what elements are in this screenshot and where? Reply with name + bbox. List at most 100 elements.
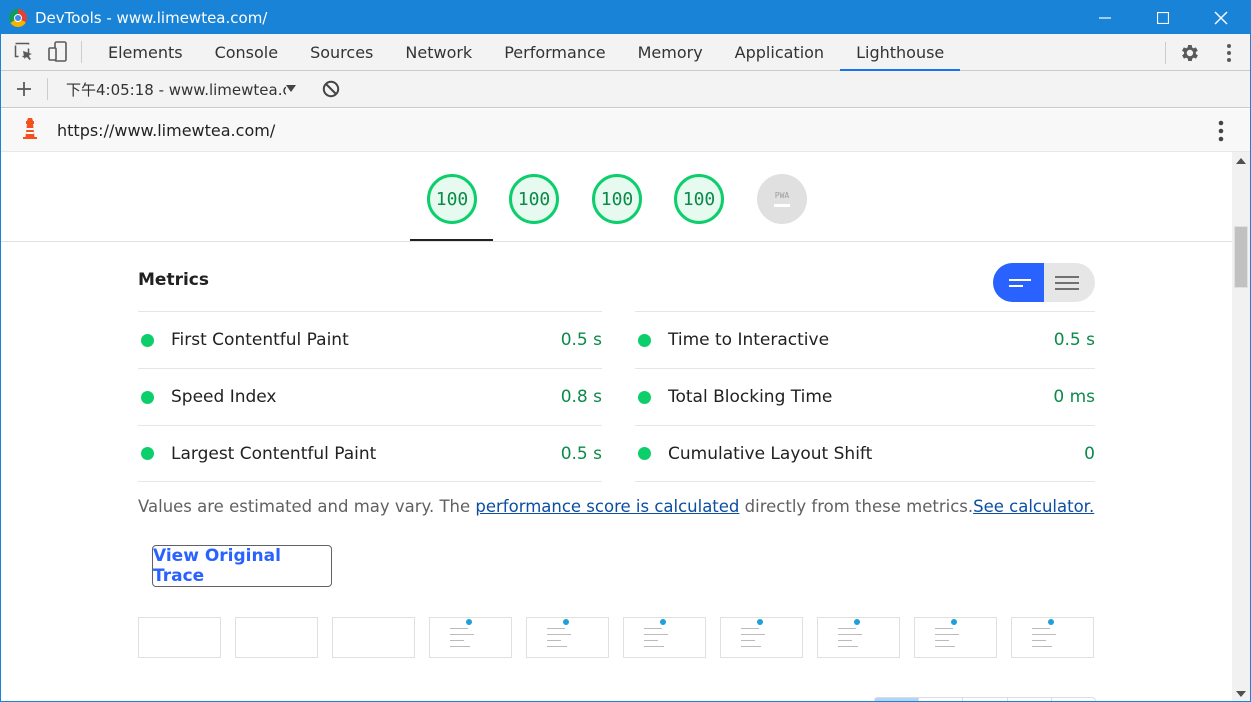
filmstrip-frame — [235, 617, 318, 658]
pwa-label: PWA — [774, 191, 790, 200]
metric-largest-contentful-paint: Largest Contentful Paint 0.5 s — [138, 425, 602, 482]
maximize-button[interactable] — [1134, 1, 1192, 34]
metric-value: 0.5 s — [560, 443, 602, 464]
filmstrip-frame — [914, 617, 997, 658]
clear-reports-block-icon[interactable] — [318, 76, 344, 102]
expanded-view-icon[interactable] — [1044, 263, 1095, 302]
metrics-view-toggle[interactable] — [993, 263, 1095, 302]
toolbar-divider — [1165, 41, 1166, 64]
filmstrip-frame — [526, 617, 609, 658]
more-options-icon[interactable] — [1216, 40, 1242, 66]
metric-speed-index: Speed Index 0.8 s — [138, 368, 602, 425]
metric-label: Speed Index — [171, 387, 277, 407]
metric-label: First Contentful Paint — [171, 330, 349, 350]
metric-value: 0.5 s — [560, 330, 602, 350]
toolbar-divider — [47, 78, 48, 100]
tab-lighthouse[interactable]: Lighthouse — [840, 34, 961, 71]
filmstrip — [138, 617, 1094, 658]
panel-tab-bar: Elements Console Sources Network Perform… — [1, 34, 1250, 71]
chrome-icon — [9, 8, 27, 27]
title-bar: DevTools - www.limewtea.com/ — [1, 1, 1250, 34]
tab-memory[interactable]: Memory — [622, 34, 719, 71]
filmstrip-frame — [332, 617, 415, 658]
active-score-indicator — [410, 239, 493, 241]
metrics-disclaimer: Values are estimated and may vary. The p… — [138, 497, 1094, 516]
pass-indicator-icon — [638, 333, 651, 347]
tab-elements[interactable]: Elements — [92, 34, 199, 71]
filmstrip-frame — [817, 617, 900, 658]
note-prefix: Values are estimated and may vary. The — [138, 497, 476, 516]
filmstrip-frame — [720, 617, 803, 658]
report-menu-icon[interactable] — [1218, 120, 1224, 147]
score-header: 100 100 100 100 PWA — [1, 152, 1232, 242]
metrics-heading: Metrics — [138, 270, 209, 290]
filter-segment[interactable] — [875, 698, 920, 701]
filmstrip-frame — [1011, 617, 1094, 658]
toolbar-divider — [81, 41, 82, 63]
metric-total-blocking-time: Total Blocking Time 0 ms — [635, 368, 1095, 425]
inspect-element-icon[interactable] — [11, 39, 37, 65]
view-original-trace-button[interactable]: View Original Trace — [152, 545, 332, 587]
tab-console[interactable]: Console — [199, 34, 295, 71]
window-title: DevTools - www.limewtea.com/ — [35, 8, 268, 27]
tab-sources[interactable]: Sources — [294, 34, 389, 71]
dropdown-arrow-icon — [286, 85, 296, 92]
close-button[interactable] — [1192, 1, 1250, 34]
metrics-right-column: Time to Interactive 0.5 s Total Blocking… — [635, 311, 1095, 482]
best-practices-score-gauge[interactable]: 100 — [592, 174, 642, 224]
metric-value: 0 — [1084, 443, 1095, 464]
tab-performance[interactable]: Performance — [488, 34, 621, 71]
close-icon — [1214, 11, 1228, 24]
metric-label: Time to Interactive — [668, 330, 830, 350]
pass-indicator-icon — [638, 390, 651, 404]
metric-cumulative-layout-shift: Cumulative Layout Shift 0 — [635, 425, 1095, 482]
devtools-window: DevTools - www.limewtea.com/ Elements Co… — [0, 0, 1251, 702]
scroll-down-arrow-icon[interactable] — [1236, 691, 1246, 697]
metric-value: 0.8 s — [560, 387, 602, 407]
pass-indicator-icon — [638, 447, 651, 460]
report-scrollbar[interactable] — [1232, 152, 1250, 701]
metric-value: 0.5 s — [1053, 330, 1095, 350]
filter-segment[interactable] — [1008, 698, 1052, 701]
report-url-bar: https://www.limewtea.com/ — [1, 109, 1250, 152]
score-calculation-link[interactable]: performance score is calculated — [475, 497, 739, 516]
compact-view-icon[interactable] — [993, 263, 1044, 302]
metric-label: Total Blocking Time — [668, 387, 833, 407]
report-url[interactable]: https://www.limewtea.com/ — [57, 121, 275, 140]
metric-label: Cumulative Layout Shift — [668, 443, 873, 464]
filter-segment[interactable] — [1052, 698, 1095, 701]
pwa-score-gauge[interactable]: PWA — [757, 174, 807, 224]
filmstrip-frame — [138, 617, 221, 658]
accessibility-score-gauge[interactable]: 100 — [509, 174, 559, 224]
report-selector[interactable]: 下午4:05:18 - www.limewtea.cc — [66, 79, 302, 100]
minimize-button[interactable] — [1076, 1, 1134, 34]
settings-gear-icon[interactable] — [1176, 40, 1202, 66]
scrollbar-thumb[interactable] — [1234, 226, 1248, 288]
new-report-plus-icon[interactable] — [11, 76, 37, 102]
filter-segment[interactable] — [963, 698, 1008, 701]
see-calculator-link[interactable]: See calculator. — [973, 497, 1094, 516]
pwa-dash-icon — [774, 204, 790, 207]
pass-indicator-icon — [141, 447, 154, 460]
lighthouse-logo-icon — [21, 117, 39, 144]
report-content: 100 100 100 100 PWA Metrics First Conten… — [1, 152, 1232, 701]
metric-label: Largest Contentful Paint — [171, 443, 377, 464]
metric-time-to-interactive: Time to Interactive 0.5 s — [635, 311, 1095, 368]
metric-value: 0 ms — [1053, 387, 1095, 407]
seo-score-gauge[interactable]: 100 — [674, 174, 724, 224]
scroll-up-arrow-icon[interactable] — [1236, 158, 1246, 164]
pass-indicator-icon — [141, 333, 154, 347]
lighthouse-toolbar: 下午4:05:18 - www.limewtea.cc — [1, 71, 1250, 108]
filter-segment[interactable] — [919, 698, 964, 701]
metric-first-contentful-paint: First Contentful Paint 0.5 s — [138, 311, 602, 368]
pass-indicator-icon — [141, 390, 154, 404]
device-toolbar-icon[interactable] — [45, 39, 71, 65]
audit-filter-bar — [874, 697, 1096, 701]
filmstrip-frame — [429, 617, 512, 658]
report-selector-label: 下午4:05:18 - www.limewtea.cc — [66, 80, 286, 99]
window-controls — [1076, 1, 1250, 34]
maximize-icon — [1157, 11, 1169, 24]
performance-score-gauge[interactable]: 100 — [427, 174, 477, 224]
tab-network[interactable]: Network — [389, 34, 488, 71]
tab-application[interactable]: Application — [719, 34, 840, 71]
